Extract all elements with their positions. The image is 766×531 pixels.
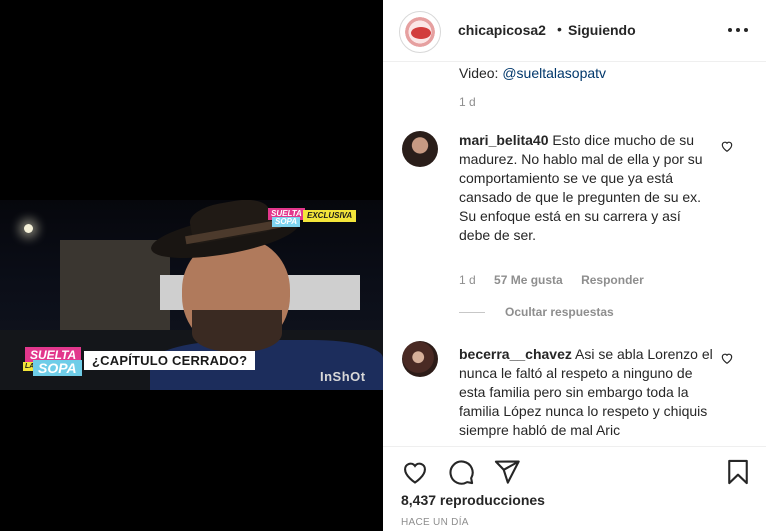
comments-list[interactable]: Video: @sueltalasopatv 1 d mari_belita40… xyxy=(383,62,766,446)
comment-body: becerra__chavez Asi se abla Lorenzo el n… xyxy=(459,345,715,440)
street-light xyxy=(24,224,33,233)
post-header: chicapicosa2 • Siguiendo xyxy=(383,0,766,62)
comment-avatar[interactable] xyxy=(402,131,438,167)
background-building xyxy=(60,240,170,330)
video-headline: ¿CAPÍTULO CERRADO? xyxy=(84,351,256,370)
following-button[interactable]: Siguiendo xyxy=(568,22,636,38)
caption-timestamp[interactable]: 1 d xyxy=(459,95,476,109)
heart-icon[interactable] xyxy=(720,139,734,153)
comment-body: mari_belita40 Esto dice mucho de su madu… xyxy=(459,131,715,245)
share-icon[interactable] xyxy=(493,458,521,486)
comment-meta: 1 d 57 Me gusta Responder xyxy=(459,273,659,287)
avatar[interactable] xyxy=(399,11,441,53)
heart-icon[interactable] xyxy=(720,351,734,365)
comment-text: Esto dice mucho de su madurez. No hablo … xyxy=(459,132,703,243)
exclusive-badge: EXCLUSIVA xyxy=(303,210,357,222)
comment-username[interactable]: mari_belita40 xyxy=(459,132,549,148)
comment-username[interactable]: becerra__chavez xyxy=(459,346,572,362)
view-count-number: 8,437 xyxy=(401,492,437,508)
caption-prefix: Video: xyxy=(459,65,503,81)
heart-icon[interactable] xyxy=(401,458,429,486)
comment-icon[interactable] xyxy=(447,458,475,486)
show-logo-sopa-small: SOPA xyxy=(272,217,301,227)
person-beard xyxy=(192,310,282,352)
username-link[interactable]: chicapicosa2 xyxy=(458,22,546,38)
comment-avatar[interactable] xyxy=(402,341,438,377)
post-timestamp[interactable]: HACE UN DÍA xyxy=(401,517,469,528)
bookmark-icon[interactable] xyxy=(724,458,752,486)
inshot-watermark: InShOt xyxy=(320,369,366,384)
view-count-label: reproducciones xyxy=(436,492,545,508)
post-panel: chicapicosa2 • Siguiendo Video: @sueltal… xyxy=(383,0,766,531)
hide-replies-label: Ocultar respuestas xyxy=(505,305,614,319)
reply-button[interactable]: Responder xyxy=(581,273,644,287)
comment-time[interactable]: 1 d xyxy=(459,273,476,287)
more-horizontal-icon[interactable] xyxy=(726,20,750,40)
show-logo-sopa: SOPA xyxy=(33,360,82,376)
comment-likes[interactable]: 57 Me gusta xyxy=(494,273,563,287)
mention-link[interactable]: @sueltalasopatv xyxy=(502,65,606,81)
post-actions: 8,437 reproducciones HACE UN DÍA xyxy=(383,446,766,531)
hide-replies-button[interactable]: Ocultar respuestas xyxy=(459,305,614,319)
replies-divider xyxy=(459,311,485,313)
caption-text: Video: @sueltalasopatv xyxy=(459,65,606,81)
avatar-logo xyxy=(411,27,431,39)
separator-dot: • xyxy=(557,21,562,37)
view-count[interactable]: 8,437 reproducciones xyxy=(401,492,545,508)
video-player[interactable]: SUELTA SOPA EXCLUSIVA SUELTA LA SOPA ¿CA… xyxy=(0,0,383,531)
